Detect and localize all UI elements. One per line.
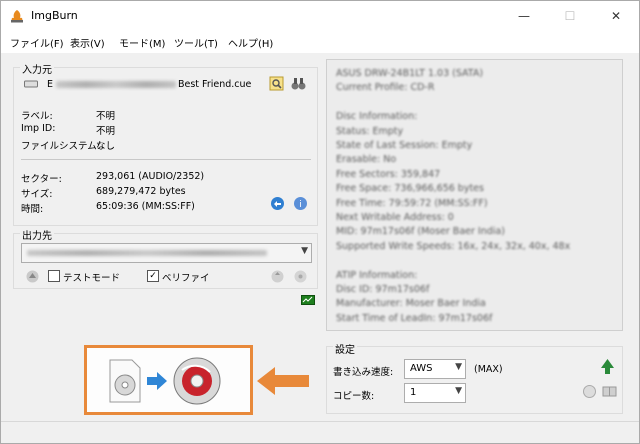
status-bar bbox=[1, 421, 639, 443]
info-line: State of Last Session: Empty bbox=[336, 140, 473, 151]
write-speed-value: AWS bbox=[410, 363, 433, 374]
write-speed-label: 書き込み速度: bbox=[333, 367, 394, 378]
settings-group: 設定 書き込み速度: AWS ▼ (MAX) コピー数: 1 ▼ bbox=[326, 341, 623, 414]
chevron-down-icon: ▼ bbox=[455, 386, 462, 396]
search-binoculars-icon[interactable] bbox=[290, 75, 307, 92]
info-icon[interactable]: i bbox=[292, 195, 309, 212]
imp-id-label: Imp ID: bbox=[21, 123, 56, 134]
destination-title: 出力先 bbox=[20, 227, 54, 242]
destination-device-select[interactable]: ▼ bbox=[21, 243, 312, 263]
info-line: ASUS DRW-24B1LT 1.03 (SATA) bbox=[336, 68, 484, 79]
close-button[interactable]: ✕ bbox=[593, 1, 639, 31]
write-speed-select[interactable]: AWS ▼ bbox=[404, 359, 466, 379]
verify-label: ベリファイ bbox=[162, 273, 210, 284]
source-file-name: Best Friend.cue bbox=[178, 79, 252, 90]
file-icon bbox=[24, 80, 38, 88]
burn-disc-icon bbox=[173, 357, 221, 405]
window-title: ImgBurn bbox=[31, 9, 78, 22]
sectors-label: セクター: bbox=[21, 174, 62, 185]
menu-mode[interactable]: モード(M) bbox=[119, 35, 165, 50]
browse-file-icon[interactable] bbox=[268, 75, 285, 92]
filesystem-value: なし bbox=[96, 141, 116, 152]
info-line: Current Profile: CD-R bbox=[336, 82, 435, 94]
source-title: 入力元 bbox=[20, 61, 54, 76]
imgburn-app-icon bbox=[11, 10, 23, 23]
maximize-button[interactable]: ☐ bbox=[547, 1, 593, 31]
write-button[interactable] bbox=[109, 355, 229, 407]
info-line: Free Space: 736,966,656 bytes bbox=[336, 183, 484, 195]
copies-label: コピー数: bbox=[333, 391, 375, 402]
device-info-panel[interactable]: ASUS DRW-24B1LT 1.03 (SATA) Current Profi… bbox=[326, 59, 623, 331]
info-line: Supported Write Speeds: 16x, 24x, 32x, 4… bbox=[336, 240, 571, 252]
info-line: Disc Information: bbox=[336, 111, 418, 123]
info-line: Start Time of LeadIn: 97m17s06f bbox=[336, 312, 493, 324]
menu-file[interactable]: ファイル(F) bbox=[10, 35, 64, 50]
label-value: 不明 bbox=[96, 111, 116, 122]
drive-properties-icon[interactable] bbox=[292, 268, 309, 285]
size-label: サイズ: bbox=[21, 189, 53, 200]
source-group: 入力元 E Best Friend.cue ラベル: 不明 Imp ID: 不明… bbox=[13, 61, 318, 226]
arrow-right-icon bbox=[147, 372, 167, 390]
menu-tools[interactable]: ツール(T) bbox=[174, 35, 218, 50]
redacted-path bbox=[56, 81, 176, 88]
info-line: Erasable: No bbox=[336, 154, 397, 166]
info-line: Next Writable Address: 0 bbox=[336, 212, 454, 223]
size-value: 689,279,472 bytes bbox=[96, 186, 186, 197]
eject-icon[interactable] bbox=[24, 268, 41, 285]
minimize-button[interactable]: — bbox=[501, 1, 547, 31]
info-line: Status: Empty bbox=[336, 125, 404, 137]
info-line: MID: 97m17s06f (Moser Baer India) bbox=[336, 226, 505, 238]
sectors-value: 293,061 (AUDIO/2352) bbox=[96, 171, 205, 182]
source-file-disc-icon bbox=[109, 359, 141, 403]
settings-title: 設定 bbox=[333, 341, 357, 356]
calculate-icon[interactable] bbox=[269, 195, 286, 212]
destination-group: 出力先 ▼ テストモード ✓ ベリファイ bbox=[13, 227, 318, 289]
copies-disc-icon[interactable] bbox=[581, 383, 598, 400]
refresh-drive-icon[interactable] bbox=[269, 268, 286, 285]
info-line: Manufacturer: Moser Baer India bbox=[336, 298, 486, 310]
speed-tree-icon[interactable] bbox=[599, 358, 616, 375]
svg-text:i: i bbox=[299, 200, 302, 210]
log-window-icon[interactable] bbox=[301, 295, 315, 305]
info-line: Free Time: 79:59:72 (MM:SS:FF) bbox=[336, 197, 488, 209]
chevron-down-icon: ▼ bbox=[455, 362, 462, 372]
copies-select[interactable]: 1 ▼ bbox=[404, 383, 466, 403]
menu-help[interactable]: ヘルプ(H) bbox=[228, 35, 273, 50]
info-line: Disc ID: 97m17s06f bbox=[336, 284, 430, 295]
verify-checkbox[interactable]: ✓ bbox=[147, 270, 159, 282]
menu-bar: ファイル(F) 表示(V) モード(M) ツール(T) ヘルプ(H) bbox=[1, 31, 639, 53]
filesystem-label: ファイルシステム: bbox=[21, 141, 100, 152]
time-value: 65:09:36 (MM:SS:FF) bbox=[96, 201, 195, 212]
info-line: ATIP Information: bbox=[336, 269, 418, 281]
copies-value: 1 bbox=[410, 387, 417, 398]
title-bar[interactable]: ImgBurn — ☐ ✕ bbox=[1, 1, 639, 31]
imp-id-value: 不明 bbox=[96, 126, 116, 137]
redacted-device bbox=[27, 250, 267, 256]
book-icon[interactable] bbox=[601, 383, 618, 400]
chevron-down-icon: ▼ bbox=[301, 246, 308, 256]
menu-view[interactable]: 表示(V) bbox=[70, 35, 105, 50]
test-mode-checkbox[interactable] bbox=[48, 270, 60, 282]
imgburn-window: ImgBurn — ☐ ✕ ファイル(F) 表示(V) モード(M) ツール(T… bbox=[0, 0, 640, 444]
label-label: ラベル: bbox=[21, 111, 53, 122]
source-file-prefix: E bbox=[47, 79, 54, 90]
time-label: 時間: bbox=[21, 204, 44, 215]
test-mode-label: テストモード bbox=[63, 273, 121, 284]
info-line: Free Sectors: 359,847 bbox=[336, 168, 441, 180]
orange-arrow-left-icon bbox=[257, 367, 309, 395]
divider bbox=[21, 159, 311, 160]
write-speed-max: (MAX) bbox=[474, 364, 503, 375]
write-button-highlight bbox=[84, 345, 253, 415]
